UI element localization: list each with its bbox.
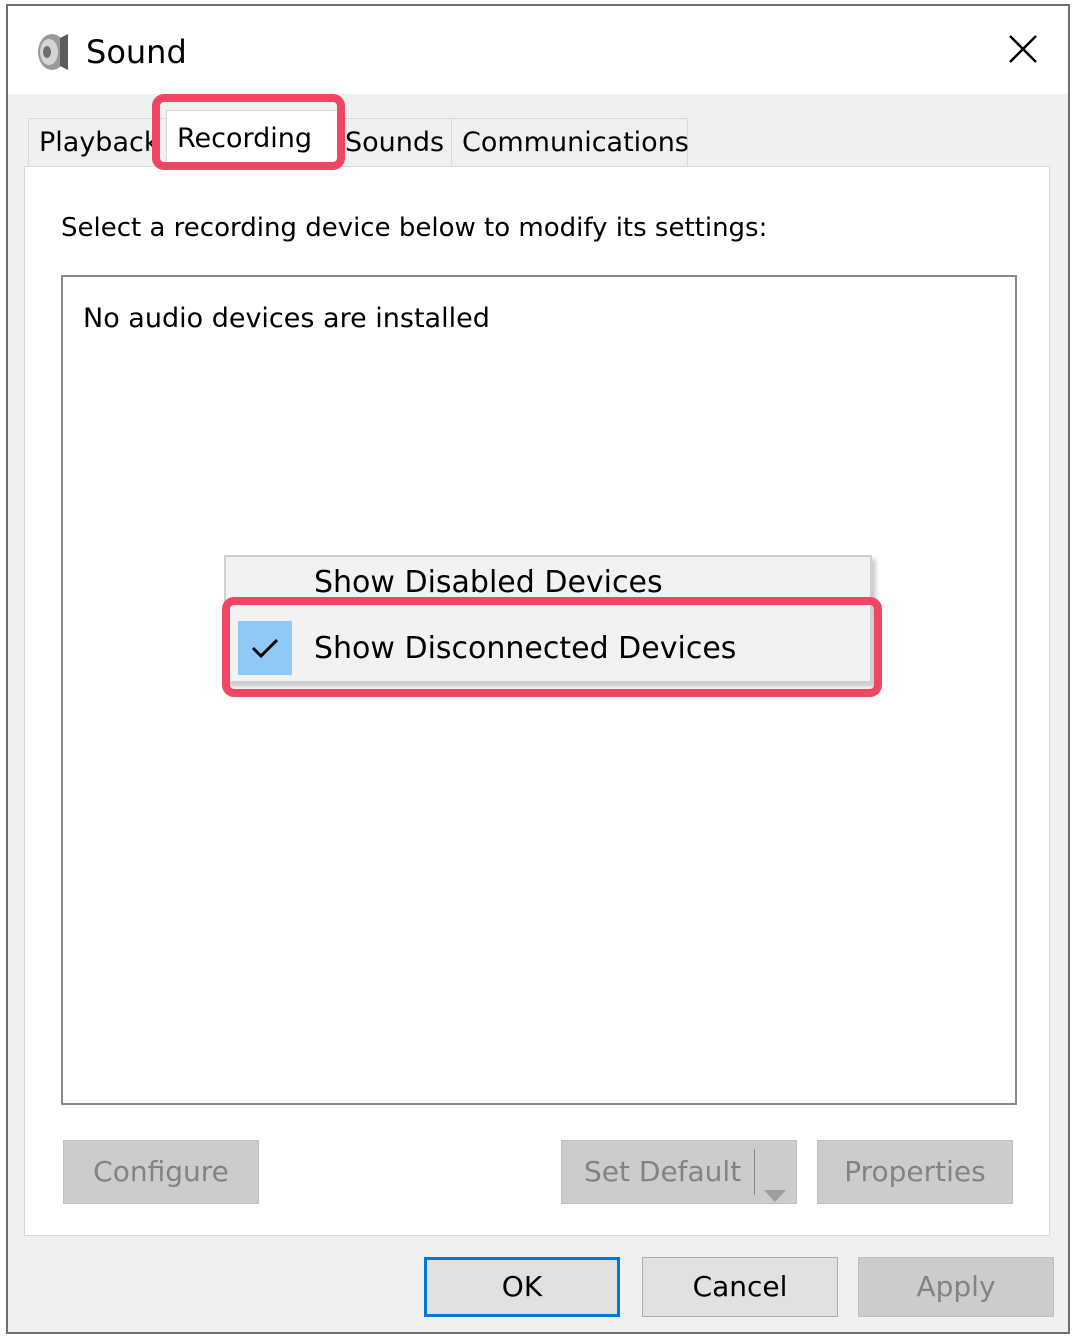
context-menu: Show Disabled Devices Show Disconnected … (224, 555, 872, 683)
tab-label: Recording (177, 123, 313, 154)
checkmark-icon (238, 621, 292, 675)
tab-label: Playback (39, 127, 160, 158)
title-bar: Sound (8, 6, 1068, 94)
speaker-icon (32, 30, 72, 74)
ok-label: OK (501, 1270, 543, 1303)
dropdown-arrow-icon[interactable] (762, 1165, 788, 1202)
device-list[interactable]: No audio devices are installed (61, 275, 1017, 1105)
split-divider (754, 1149, 755, 1195)
set-default-label: Set Default (584, 1155, 742, 1188)
tab-communications[interactable]: Communications (451, 118, 689, 166)
menu-item-show-disconnected-devices[interactable]: Show Disconnected Devices (226, 621, 870, 681)
ok-button[interactable]: OK (424, 1257, 620, 1317)
recording-tab-panel: Select a recording device below to modif… (24, 166, 1050, 1236)
set-default-split-button[interactable]: Set Default (561, 1140, 797, 1204)
menu-item-show-disabled-devices[interactable]: Show Disabled Devices (226, 557, 870, 615)
window-title: Sound (86, 33, 187, 71)
tab-sounds[interactable]: Sounds (334, 118, 452, 166)
menu-item-label: Show Disabled Devices (314, 565, 663, 600)
tab-label: Communications (462, 127, 689, 158)
tab-label: Sounds (345, 127, 445, 158)
tab-playback[interactable]: Playback (28, 118, 168, 166)
apply-button[interactable]: Apply (858, 1257, 1054, 1317)
tab-recording[interactable]: Recording (166, 110, 338, 168)
close-icon[interactable] (1000, 26, 1046, 72)
cancel-button[interactable]: Cancel (642, 1257, 838, 1317)
properties-button[interactable]: Properties (817, 1140, 1013, 1204)
configure-label: Configure (93, 1155, 229, 1188)
apply-label: Apply (916, 1270, 996, 1303)
empty-list-message: No audio devices are installed (83, 303, 490, 334)
properties-label: Properties (844, 1155, 986, 1188)
menu-item-label: Show Disconnected Devices (314, 631, 737, 666)
configure-button[interactable]: Configure (63, 1140, 259, 1204)
instructions-text: Select a recording device below to modif… (61, 213, 768, 243)
cancel-label: Cancel (692, 1270, 788, 1303)
